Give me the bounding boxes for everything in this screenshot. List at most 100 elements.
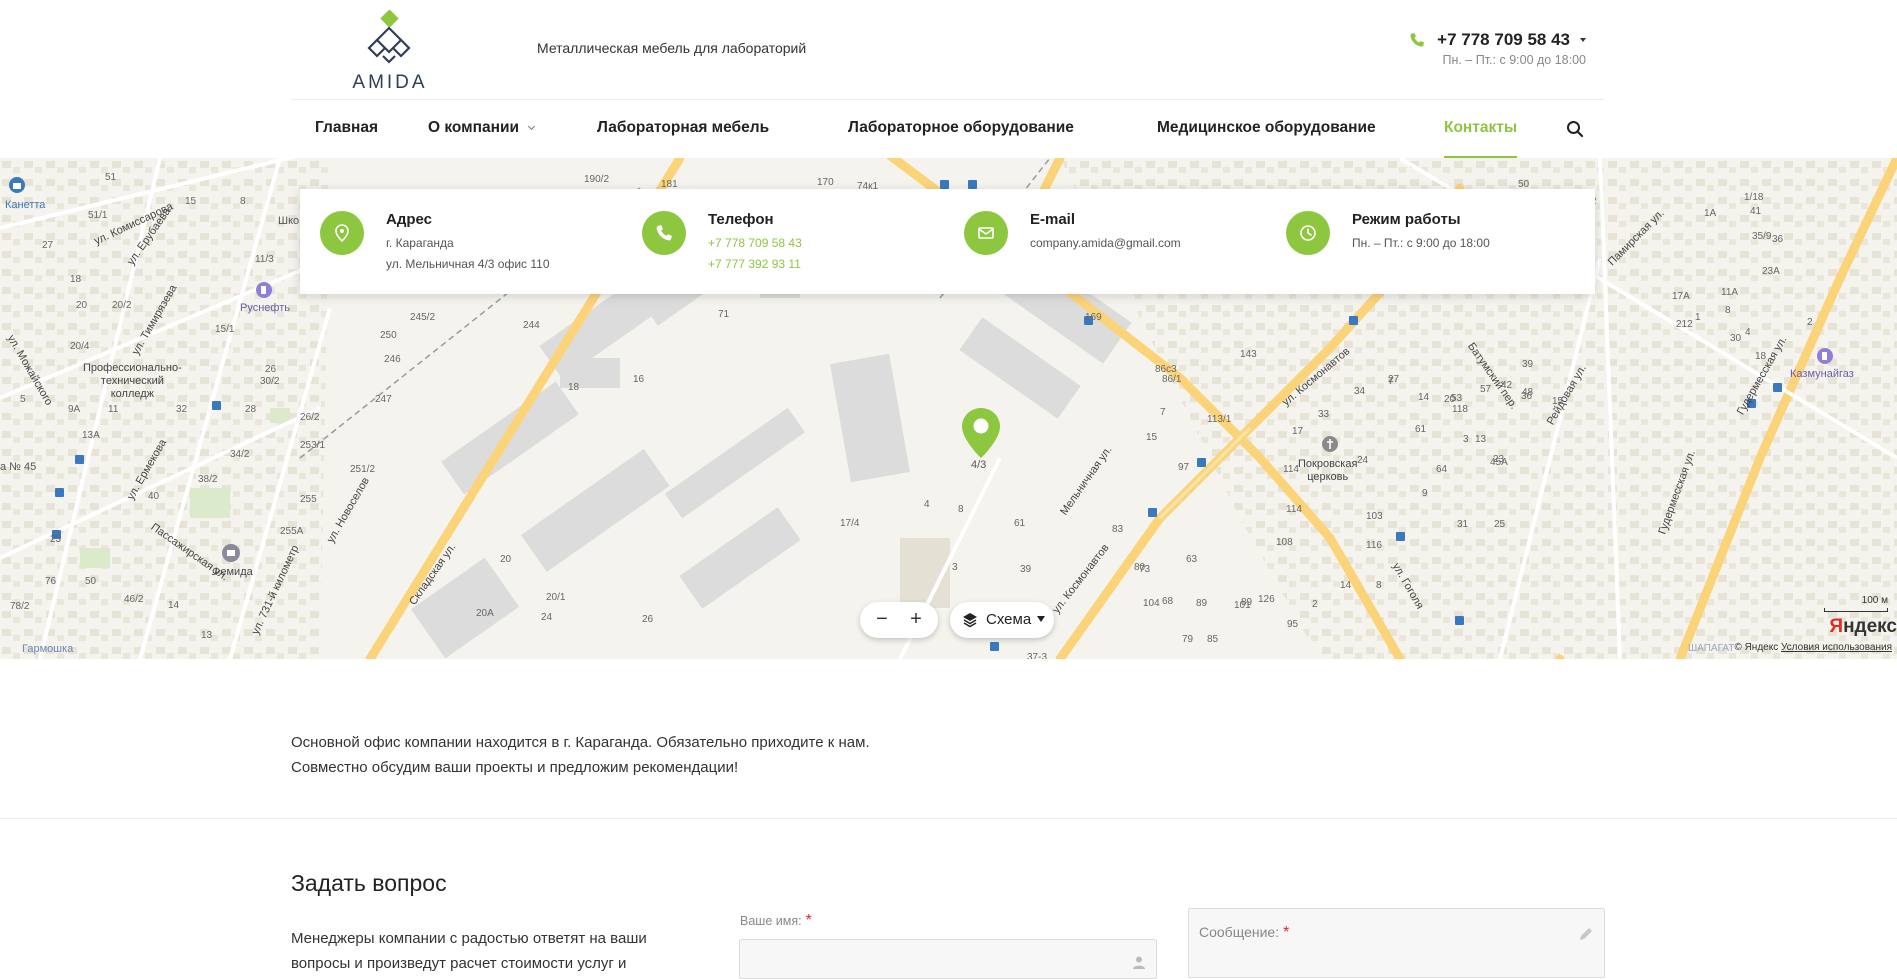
house-number-label: 57 bbox=[1480, 384, 1492, 395]
house-number-label: 73 bbox=[1139, 564, 1151, 575]
section-divider bbox=[0, 818, 1897, 819]
poi-college[interactable]: Профессионально- технический колледж bbox=[83, 362, 182, 401]
house-number-label: 61 bbox=[1415, 424, 1427, 435]
ask-question-title: Задать вопрос bbox=[291, 870, 447, 896]
poi-label: Профессионально- bbox=[83, 362, 182, 374]
phone-dropdown-caret-icon[interactable] bbox=[1580, 38, 1586, 42]
house-number-label: 86с3 bbox=[1155, 364, 1177, 375]
yandex-logo-first-letter: Я bbox=[1829, 616, 1844, 637]
house-number-label: 26 bbox=[265, 364, 277, 375]
house-number-label: 11А bbox=[1721, 287, 1739, 298]
house-number-label: 118 bbox=[1452, 404, 1468, 415]
house-number-label: 17А bbox=[1672, 291, 1690, 302]
nav-item-lab-furniture[interactable]: Лабораторная мебель bbox=[597, 100, 769, 158]
house-number-label: 39 bbox=[1020, 564, 1032, 575]
house-number-label: 61 bbox=[1014, 518, 1026, 529]
poi-label: Казмунайгаз bbox=[1790, 368, 1854, 380]
house-number-label: 1А bbox=[1704, 208, 1717, 219]
nav-item-home[interactable]: Главная bbox=[315, 100, 378, 158]
house-number-label: 16 bbox=[633, 374, 645, 385]
logo[interactable]: AMIDA bbox=[345, 9, 435, 93]
house-number-label: 190/2 bbox=[584, 174, 610, 185]
name-input[interactable] bbox=[739, 939, 1157, 979]
header-hours: Пн. – Пт.: с 9:00 до 18:00 bbox=[1442, 53, 1586, 67]
contact-address-street: ул. Мельничная 4/3 офис 110 bbox=[386, 257, 550, 271]
contact-phone-2[interactable]: +7 777 392 93 11 bbox=[708, 257, 801, 271]
house-number-label: 46/2 bbox=[124, 594, 144, 605]
contact-phone-1[interactable]: +7 778 709 58 43 bbox=[708, 236, 802, 250]
house-number-label: 41 bbox=[1750, 206, 1762, 217]
chevron-down-icon bbox=[528, 122, 536, 131]
poi-label: Шко bbox=[278, 215, 300, 227]
message-textarea[interactable] bbox=[1188, 908, 1605, 978]
house-number-label: 15 bbox=[1552, 396, 1564, 407]
house-number-label: 116 bbox=[1366, 540, 1382, 551]
house-number-label: 104 bbox=[1143, 598, 1160, 609]
yandex-logo[interactable]: Яндекс bbox=[1829, 616, 1897, 638]
house-number-label: 39 bbox=[1522, 359, 1534, 370]
house-number-label: 20 bbox=[500, 554, 512, 565]
house-number-label: 3 bbox=[1463, 434, 1469, 445]
contact-email-icon-circle bbox=[964, 211, 1008, 255]
poi-femida[interactable]: Фемида bbox=[212, 544, 253, 578]
house-number-label: 114 bbox=[1283, 464, 1299, 475]
map-terms-link[interactable]: Условия использования bbox=[1781, 642, 1892, 653]
house-number-label: 250 bbox=[380, 330, 397, 341]
map-layer-label: Схема bbox=[986, 611, 1032, 628]
map-zoom-controls: − + bbox=[860, 602, 938, 638]
contact-address-title: Адрес bbox=[386, 211, 433, 228]
poi-rusneft[interactable]: Руснефть bbox=[240, 282, 290, 314]
office-map-pin[interactable]: 4/3 bbox=[961, 407, 1001, 471]
header-phone[interactable]: +7 778 709 58 43 bbox=[1409, 30, 1586, 50]
house-number-label: 30 bbox=[1730, 333, 1742, 344]
house-number-label: 26/2 bbox=[300, 412, 320, 423]
map-layer-button[interactable]: Схема bbox=[950, 602, 1054, 638]
house-number-label: 34 bbox=[1354, 386, 1366, 397]
house-number-label: 97 bbox=[1178, 462, 1190, 473]
house-number-label: 4 bbox=[1745, 327, 1751, 338]
house-number-label: 86/1 bbox=[1162, 374, 1182, 385]
name-field-label: Ваше имя: * bbox=[740, 912, 812, 930]
intro-line-1: Основной офис компании находится в г. Ка… bbox=[291, 734, 870, 751]
house-number-label: 36 bbox=[1521, 391, 1533, 402]
nav-item-about[interactable]: О компании bbox=[428, 100, 536, 158]
house-number-label: 14 bbox=[1340, 580, 1352, 591]
house-number-label: 34/2 bbox=[230, 449, 250, 460]
pencil-icon bbox=[1580, 928, 1592, 940]
house-number-label: 26 bbox=[642, 614, 654, 625]
contact-phone-icon-circle bbox=[642, 211, 686, 255]
house-number-label: 13А bbox=[82, 430, 100, 441]
district-label: ШАПАГАТ bbox=[1688, 643, 1735, 654]
nav-item-lab-equipment[interactable]: Лабораторное оборудование bbox=[848, 100, 1074, 158]
location-pin-icon bbox=[335, 224, 349, 242]
poi-label: колледж bbox=[110, 388, 155, 400]
house-number-label: 89 bbox=[1196, 598, 1208, 609]
house-number-label: 113/1 bbox=[1207, 414, 1232, 425]
house-number-label: 244 bbox=[523, 320, 540, 331]
house-number-label: 45А bbox=[1490, 457, 1508, 468]
house-number-label: 76 bbox=[45, 576, 57, 587]
house-number-label: 37-3 bbox=[1027, 652, 1048, 659]
zoom-in-button[interactable]: + bbox=[898, 602, 934, 638]
house-number-label: 95 bbox=[1287, 619, 1299, 630]
poi-kanetta[interactable]: Канетта bbox=[5, 177, 45, 211]
house-number-label: 20/2 bbox=[112, 300, 132, 311]
user-icon bbox=[1133, 956, 1145, 969]
contact-email-address[interactable]: company.amida@gmail.com bbox=[1030, 236, 1181, 250]
building-icon bbox=[222, 544, 240, 562]
search-icon[interactable] bbox=[1566, 120, 1584, 138]
poi-church[interactable]: Покровская церковь bbox=[1298, 436, 1357, 484]
house-number-label: 23А bbox=[1762, 266, 1780, 277]
poi-kazmunaigaz[interactable]: Казмунайгаз bbox=[1790, 348, 1854, 380]
church-icon bbox=[1322, 436, 1338, 452]
house-number-label: 20 bbox=[76, 300, 88, 311]
zoom-out-button[interactable]: − bbox=[864, 602, 900, 638]
phone-icon bbox=[656, 225, 672, 241]
nav-item-contacts[interactable]: Контакты bbox=[1444, 100, 1518, 158]
house-number-label: 53 bbox=[1451, 393, 1463, 404]
map-copyright: © Яндекс Условия использования bbox=[1734, 642, 1892, 653]
nav-item-medical-equipment[interactable]: Медицинское оборудование bbox=[1157, 100, 1376, 158]
house-number-label: 255 bbox=[300, 494, 317, 505]
yandex-map[interactable]: ул. Комиссарова ул. Ерубаева ул. Тимиряз… bbox=[0, 158, 1897, 659]
contact-address-city: г. Караганда bbox=[386, 236, 454, 250]
